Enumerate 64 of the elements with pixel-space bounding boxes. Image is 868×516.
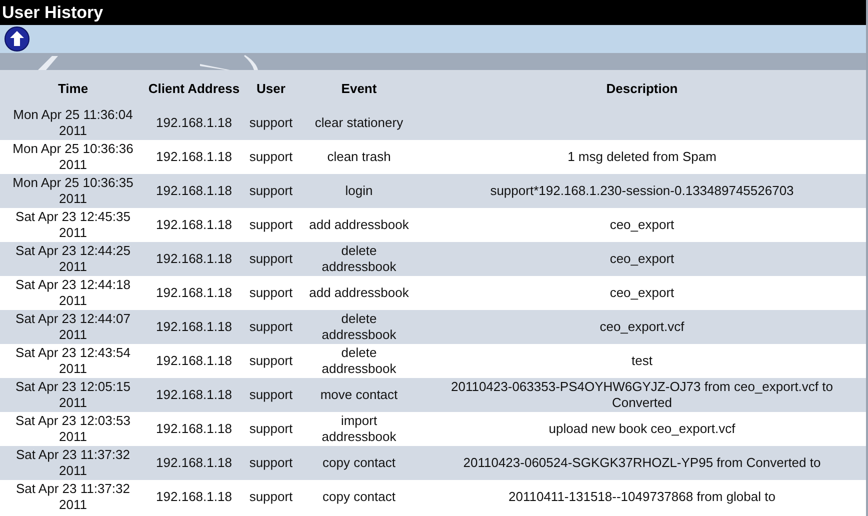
column-header: Event [300, 70, 418, 106]
table-cell-text: Mon Apr 25 11:36:04 2011 [12, 107, 134, 139]
table-cell-text: delete addressbook [320, 243, 398, 275]
table-cell-text: Sat Apr 23 12:44:07 2011 [14, 311, 132, 343]
table-cell-text: Sat Apr 23 12:45:35 2011 [14, 209, 132, 241]
table-cell: 20110411-131518--1049737868 from global to [508, 489, 776, 505]
table-cell: upload new book ceo_export.vcf [548, 421, 736, 437]
table-cell-text: Sat Apr 23 12:44:18 2011 [14, 277, 132, 309]
table-cell: support [249, 285, 293, 301]
table-cell: add addressbook [309, 217, 409, 233]
table-cell: 192.168.1.18 [156, 217, 232, 233]
table-cell: support [249, 489, 293, 505]
table-cell: 192.168.1.18 [156, 149, 232, 165]
table-cell-text: Sat Apr 23 11:37:32 2011 [15, 481, 131, 513]
table-cell: test [632, 353, 652, 369]
table-cell: support [249, 353, 293, 369]
table-cell-text: Sat Apr 23 12:05:15 2011 [14, 379, 132, 411]
table-cell: add addressbook [309, 285, 409, 301]
table-cell: support [249, 455, 293, 471]
table-cell: move contact [320, 387, 398, 403]
table-cell: support [249, 115, 293, 131]
table-cell: copy contact [322, 455, 396, 471]
table-cell: 192.168.1.18 [156, 285, 232, 301]
column-header: User [242, 70, 300, 106]
table-cell: support [249, 421, 293, 437]
table-cell: clear stationery [314, 115, 404, 131]
table-cell: 192.168.1.18 [156, 319, 232, 335]
table-cell: support [249, 387, 293, 403]
table-cell: 192.168.1.18 [156, 353, 232, 369]
table-cell-text: Mon Apr 25 10:36:36 2011 [12, 141, 134, 173]
table-cell: ceo_export [610, 251, 674, 267]
table-cell: ceo_export [610, 217, 674, 233]
table-cell: 192.168.1.18 [156, 183, 232, 199]
table-cell-text: Sat Apr 23 12:43:54 2011 [14, 345, 132, 377]
table-cell-text: delete addressbook [320, 345, 398, 377]
table-cell-text: 20110423-063353-PS4OYHW6GYJZ-OJ73 from ceo_export.vcf to Converted [450, 379, 834, 411]
table-cell: 192.168.1.18 [156, 251, 232, 267]
column-header: Description [418, 70, 866, 106]
column-header: Client Address [146, 70, 242, 106]
table-cell: 20110423-060524-SGKGK37RHOZL-YP95 from Converted to [463, 455, 821, 471]
table-cell: clean trash [327, 149, 391, 165]
table-cell: 192.168.1.18 [156, 421, 232, 437]
table-cell: 1 msg deleted from Spam [568, 149, 716, 165]
table-cell: support*192.168.1.230-session-0.133489745526703 [490, 183, 794, 199]
table-cell: copy contact [322, 489, 396, 505]
table-cell: 192.168.1.18 [156, 455, 232, 471]
table-cell: 192.168.1.18 [156, 387, 232, 403]
column-header: Time [0, 70, 146, 106]
window-title: User History [2, 2, 104, 22]
table-cell: support [249, 183, 293, 199]
table-cell-text: Mon Apr 25 10:36:35 2011 [12, 175, 134, 207]
table-cell: ceo_export [610, 285, 674, 301]
table-cell: 192.168.1.18 [156, 115, 232, 131]
table-cell-text: import addressbook [320, 413, 398, 445]
table-cell: support [249, 217, 293, 233]
table-cell: 192.168.1.18 [156, 489, 232, 505]
table-cell-text: Sat Apr 23 12:03:53 2011 [14, 413, 132, 445]
table-cell: support [249, 149, 293, 165]
table-cell-text: Sat Apr 23 11:37:32 2011 [15, 447, 131, 479]
table-cell: login [345, 183, 373, 199]
table-cell: support [249, 319, 293, 335]
table-cell-text: Sat Apr 23 12:44:25 2011 [14, 243, 132, 275]
table-cell: support [249, 251, 293, 267]
table-cell: ceo_export.vcf [600, 319, 684, 335]
